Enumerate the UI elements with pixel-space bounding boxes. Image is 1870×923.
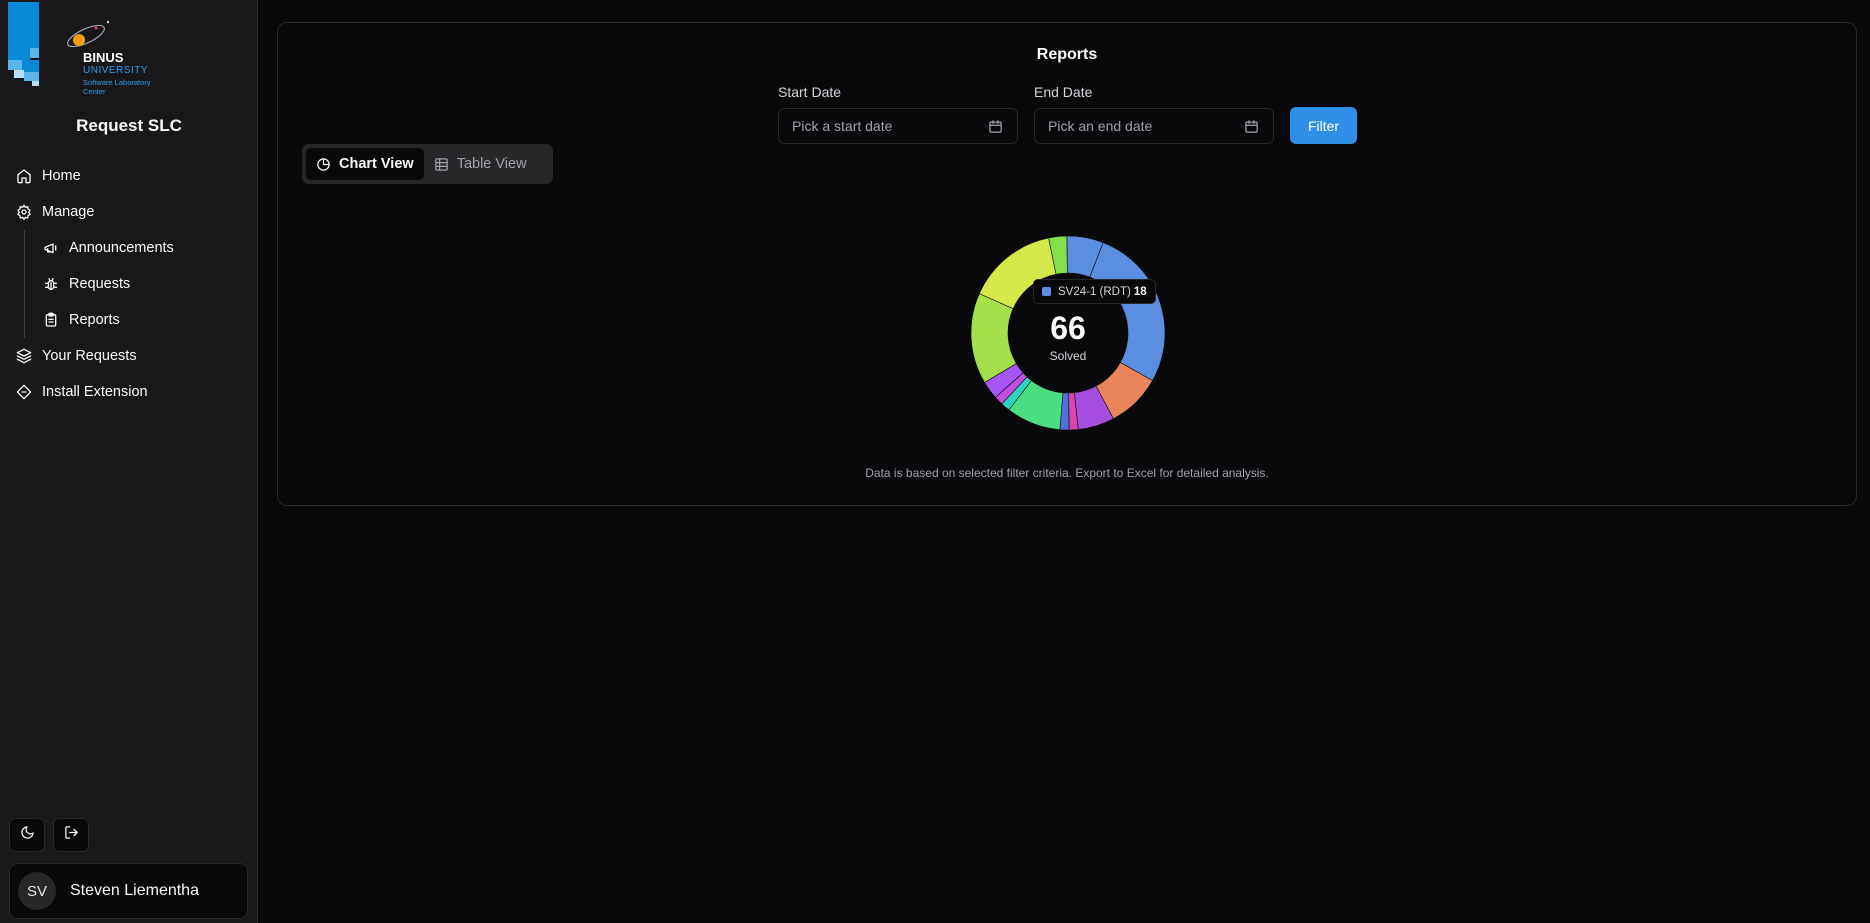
start-date-picker[interactable]: Pick a start date: [778, 108, 1018, 144]
chart-tooltip: SV24-1 (RDT) 18: [1033, 279, 1156, 304]
sidebar-item-install-extension[interactable]: Install Extension: [16, 374, 246, 410]
megaphone-icon: [43, 240, 59, 256]
theme-toggle-button[interactable]: [9, 818, 45, 852]
tab-chart-view[interactable]: Chart View: [306, 148, 424, 180]
sidebar-item-label: Announcements: [69, 240, 174, 256]
sidebar-item-manage[interactable]: Manage: [16, 194, 246, 230]
table-icon: [434, 157, 449, 172]
sidebar-item-label: Your Requests: [42, 348, 137, 364]
sidebar-item-label: Manage: [42, 204, 95, 220]
end-date-label: End Date: [1034, 84, 1093, 100]
tab-label: Table View: [456, 156, 527, 172]
user-name: Steven Liementha: [70, 882, 199, 899]
bug-icon: [43, 276, 59, 292]
report-footnote: Data is based on selected filter criteri…: [865, 466, 1269, 480]
chart-center-value: 66: [1050, 310, 1086, 346]
sidebar-actions: [9, 818, 89, 852]
sidebar-item-announcements[interactable]: Announcements: [43, 230, 246, 266]
start-date-label: Start Date: [778, 84, 842, 100]
calendar-icon: [988, 119, 1003, 137]
clipboard-icon: [43, 312, 59, 328]
logo-text-software-lab: Software Laboratory: [83, 78, 151, 87]
manage-submenu: Announcements Requests Reports: [24, 230, 246, 338]
calendar-icon: [1244, 119, 1259, 137]
sidebar-item-label: Requests: [69, 276, 131, 292]
logo-text-binus: BINUS: [83, 50, 124, 65]
end-date-picker[interactable]: Pick an end date: [1034, 108, 1274, 144]
sidebar-item-label: Install Extension: [42, 384, 148, 400]
sidebar-item-label: Reports: [69, 312, 120, 328]
reports-card: Reports Start Date Pick a start date End…: [277, 22, 1857, 506]
home-icon: [16, 168, 32, 184]
start-date-placeholder: Pick a start date: [792, 118, 893, 134]
sidebar-item-reports[interactable]: Reports: [43, 302, 246, 338]
sidebar-item-home[interactable]: Home: [16, 158, 246, 194]
page-title: Reports: [1036, 46, 1098, 63]
logout-icon: [64, 825, 79, 845]
moon-icon: [20, 825, 35, 845]
logout-button[interactable]: [53, 818, 89, 852]
tab-label: Chart View: [339, 156, 414, 172]
tooltip-label: SV24-1 (RDT): [1058, 285, 1131, 298]
sidebar-nav: Home Manage Announcements Requests Repor…: [16, 158, 246, 410]
tooltip-swatch: [1042, 287, 1051, 296]
user-card[interactable]: SV Steven Liementha: [9, 863, 248, 919]
tab-table-view[interactable]: Table View: [424, 148, 537, 180]
layers-icon: [16, 348, 32, 364]
app-title: Request SLC: [76, 116, 182, 135]
pie-chart-icon: [316, 157, 331, 172]
binus-logo: BINUS UNIVERSITY Software Laboratory Cen…: [8, 2, 178, 98]
view-toggle: Chart View Table View: [302, 144, 553, 184]
end-date-placeholder: Pick an end date: [1048, 118, 1153, 134]
sidebar-item-your-requests[interactable]: Your Requests: [16, 338, 246, 374]
extension-icon: [16, 384, 32, 400]
avatar: SV: [18, 872, 56, 910]
gear-icon: [16, 204, 32, 220]
tooltip-value: 18: [1133, 285, 1147, 298]
logo-text-center: Center: [83, 87, 106, 96]
chart-center-label: Solved: [1049, 349, 1087, 363]
sidebar-item-requests[interactable]: Requests: [43, 266, 246, 302]
sidebar-item-label: Home: [42, 168, 81, 184]
sidebar: BINUS UNIVERSITY Software Laboratory Cen…: [0, 0, 258, 923]
filter-button[interactable]: Filter: [1290, 107, 1357, 144]
logo-text-university: UNIVERSITY: [83, 65, 149, 76]
